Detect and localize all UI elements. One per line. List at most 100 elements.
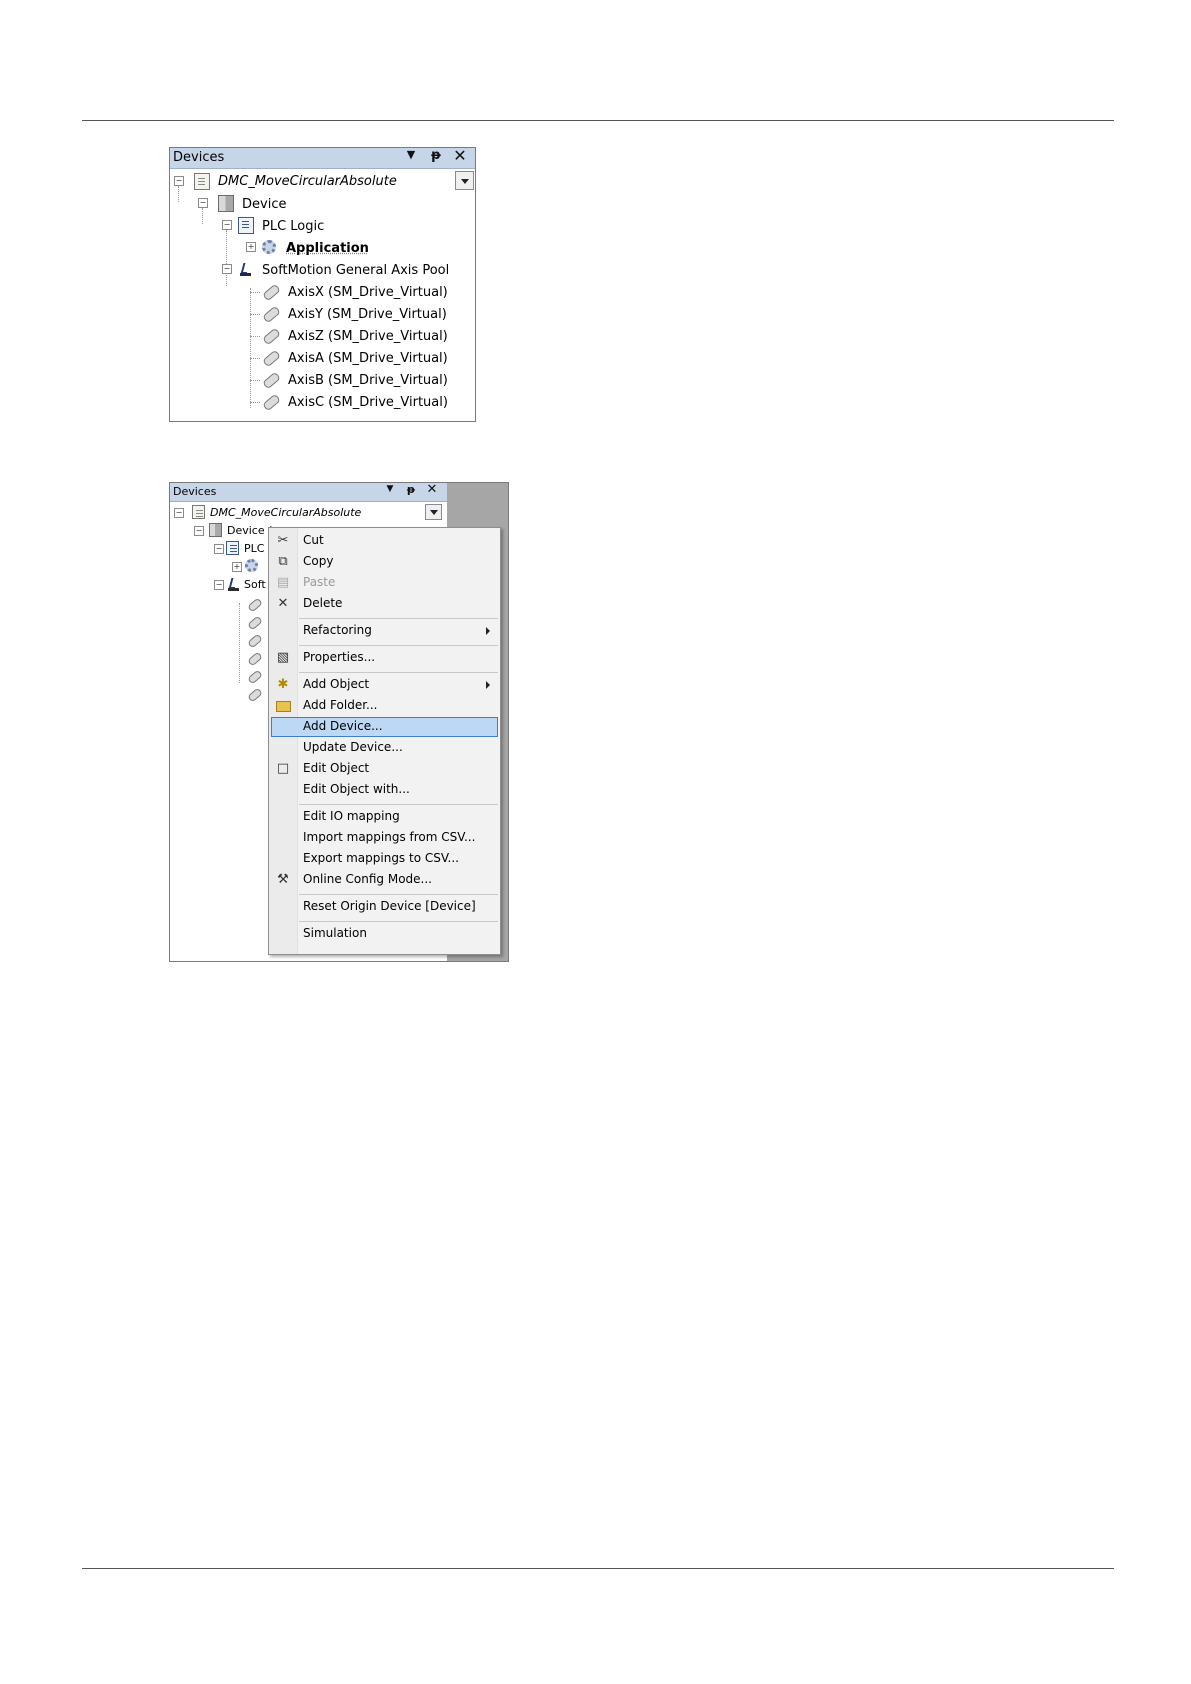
menu-item-label: Copy [303, 554, 334, 568]
menu-item-properties[interactable]: ▧ Properties... [271, 648, 498, 668]
menu-item-export-mappings[interactable]: Export mappings to CSV... [271, 849, 498, 869]
axis-icon[interactable] [247, 597, 263, 613]
panel-title: Devices [173, 150, 225, 165]
tools-icon: ⚒ [277, 872, 289, 887]
project-icon [192, 505, 205, 519]
axis-icon[interactable] [247, 687, 263, 703]
devices-panel-1: Devices ▼ ᵽ ✕ − DMC_MoveCircularAbsolute… [169, 146, 476, 422]
tree-guide [250, 288, 251, 408]
menu-item-label: Export mappings to CSV... [303, 851, 459, 865]
pin-icon[interactable]: ᵽ [405, 483, 417, 496]
menu-separator [299, 894, 498, 895]
menu-dropdown-icon[interactable]: ▼ [384, 484, 396, 494]
menu-item-label: Edit Object [303, 761, 370, 775]
tree-guide [250, 336, 260, 337]
collapse-icon[interactable]: − [222, 220, 232, 230]
tree-guide [250, 380, 260, 381]
menu-item-label: Import mappings from CSV... [303, 830, 476, 844]
properties-icon: ▧ [276, 650, 290, 665]
menu-item-label: Edit IO mapping [303, 809, 400, 823]
device-icon [218, 195, 234, 212]
plc-logic-icon [238, 217, 254, 234]
scissors-icon: ✂ [277, 533, 289, 548]
menu-item-delete[interactable]: ✕ Delete [271, 594, 498, 614]
menu-item-add-device[interactable]: Add Device... [271, 717, 498, 737]
tree-label-axis: AxisA (SM_Drive_Virtual) [288, 351, 448, 366]
menu-item-label: Delete [303, 596, 343, 610]
tree-label-project: DMC_MoveCircularAbsolute [218, 174, 397, 189]
tree-guide [250, 292, 260, 293]
tree-guide [250, 358, 260, 359]
context-menu: ✂ Cut ⧉ Copy ▤ Paste ✕ Delete Refactorin… [268, 527, 501, 955]
menu-item-copy[interactable]: ⧉ Copy [271, 552, 498, 572]
tree-label-axis-pool: Soft [244, 578, 266, 591]
paste-icon: ▤ [276, 575, 290, 590]
collapse-icon[interactable]: − [214, 544, 224, 554]
menu-separator [299, 804, 498, 805]
menu-item-edit-object[interactable]: □ Edit Object [271, 759, 498, 779]
axis-icon[interactable] [247, 651, 263, 667]
tree-label-axis: AxisB (SM_Drive_Virtual) [288, 373, 448, 388]
menu-item-label: Add Device... [303, 719, 383, 733]
tree-scroll-dropdown[interactable] [425, 504, 442, 520]
menu-item-cut[interactable]: ✂ Cut [271, 531, 498, 551]
collapse-icon[interactable]: − [222, 264, 232, 274]
menu-item-edit-object-with[interactable]: Edit Object with... [271, 780, 498, 800]
menu-separator [299, 645, 498, 646]
menu-item-paste[interactable]: ▤ Paste [271, 573, 498, 593]
menu-item-label: Edit Object with... [303, 782, 410, 796]
panel-title: Devices [173, 485, 217, 498]
gear-icon [245, 559, 258, 572]
tree-label-device: Device ( [227, 524, 273, 537]
tree-label-axis-pool: SoftMotion General Axis Pool [262, 263, 450, 278]
collapse-icon[interactable]: − [198, 198, 208, 208]
tree-scroll-dropdown[interactable] [455, 171, 474, 190]
collapse-icon[interactable]: − [194, 526, 204, 536]
collapse-icon[interactable]: − [174, 176, 184, 186]
menu-item-label: Simulation [303, 926, 367, 940]
menu-item-refactoring[interactable]: Refactoring [271, 621, 498, 641]
device-icon [209, 523, 222, 537]
menu-item-label: Add Folder... [303, 698, 378, 712]
expand-icon[interactable]: + [232, 562, 242, 572]
tree-guide [250, 402, 260, 403]
close-icon[interactable]: ✕ [452, 146, 468, 165]
menu-item-add-object[interactable]: ✱ Add Object [271, 675, 498, 695]
menu-dropdown-icon[interactable]: ▼ [404, 148, 418, 161]
close-icon[interactable]: ✕ [425, 482, 439, 497]
submenu-arrow-icon [486, 681, 490, 689]
menu-item-add-folder[interactable]: Add Folder... [271, 696, 498, 716]
tree-label-axis: AxisY (SM_Drive_Virtual) [288, 307, 447, 322]
expand-icon[interactable]: + [246, 242, 256, 252]
menu-item-label: Update Device... [303, 740, 403, 754]
axis-icon [262, 327, 281, 346]
edit-object-icon: □ [276, 761, 290, 776]
menu-item-update-device[interactable]: Update Device... [271, 738, 498, 758]
menu-item-label: Online Config Mode... [303, 872, 432, 886]
axis-icon[interactable] [247, 615, 263, 631]
menu-item-simulation[interactable]: Simulation [271, 924, 498, 944]
menu-item-import-mappings[interactable]: Import mappings from CSV... [271, 828, 498, 848]
pin-icon[interactable]: ᵽ [429, 148, 443, 163]
menu-item-label: Reset Origin Device [Device] [303, 899, 476, 913]
tree-label-plc-logic: PLC [244, 542, 265, 555]
tree-guide [202, 208, 203, 224]
axis-icon[interactable] [247, 669, 263, 685]
collapse-icon[interactable]: − [174, 508, 184, 518]
tree-label-axis: AxisC (SM_Drive_Virtual) [288, 395, 448, 410]
menu-item-online-config-mode[interactable]: ⚒ Online Config Mode... [271, 870, 498, 890]
tree-label-axis: AxisX (SM_Drive_Virtual) [288, 285, 448, 300]
menu-item-label: Properties... [303, 650, 376, 664]
menu-item-edit-io-mapping[interactable]: Edit IO mapping [271, 807, 498, 827]
axis-icon [262, 371, 281, 390]
menu-item-label: Cut [303, 533, 324, 547]
bottom-rule [82, 1568, 1114, 1569]
axis-pool-icon [240, 263, 252, 277]
menu-item-reset-origin-device[interactable]: Reset Origin Device [Device] [271, 897, 498, 917]
tree-label-plc-logic: PLC Logic [262, 219, 325, 234]
collapse-icon[interactable]: − [214, 580, 224, 590]
axis-icon [262, 349, 281, 368]
tree-guide [178, 186, 179, 202]
axis-icon[interactable] [247, 633, 263, 649]
project-icon [194, 173, 210, 190]
